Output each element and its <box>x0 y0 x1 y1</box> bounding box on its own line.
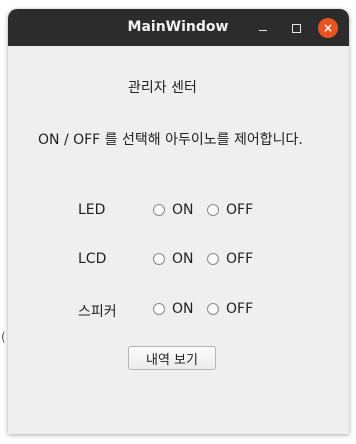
close-button[interactable]: × <box>318 18 338 38</box>
maximize-button[interactable] <box>286 18 306 38</box>
speaker-off-radio[interactable]: OFF <box>207 301 253 317</box>
view-history-button[interactable]: 내역 보기 <box>128 346 216 370</box>
admin-center-heading: 관리자 센터 <box>128 80 197 96</box>
radio-circle-icon[interactable] <box>207 303 219 315</box>
radio-circle-icon[interactable] <box>207 253 219 265</box>
radio-circle-icon[interactable] <box>153 253 165 265</box>
minimize-icon <box>259 30 267 31</box>
main-window: MainWindow × 관리자 센터 ON / OFF 를 선택해 아두이노를… <box>8 9 349 434</box>
radio-circle-icon[interactable] <box>207 204 219 216</box>
radio-circle-icon[interactable] <box>153 303 165 315</box>
radio-circle-icon[interactable] <box>153 204 165 216</box>
lcd-off-radio[interactable]: OFF <box>207 251 253 267</box>
lcd-on-label: ON <box>172 251 194 267</box>
lcd-on-radio[interactable]: ON <box>153 251 194 267</box>
speaker-on-label: ON <box>172 301 194 317</box>
speaker-label: 스피커 <box>78 304 117 320</box>
maximize-icon <box>291 23 301 33</box>
close-icon: × <box>322 21 334 35</box>
minimize-button[interactable] <box>253 18 273 38</box>
desktop: ( MainWindow × 관리자 센터 ON / OFF 를 선택해 아두이… <box>0 0 356 444</box>
speaker-on-radio[interactable]: ON <box>153 301 194 317</box>
instruction-text: ON / OFF 를 선택해 아두이노를 제어합니다. <box>38 132 303 148</box>
title-bar[interactable]: MainWindow × <box>8 9 349 46</box>
led-on-label: ON <box>172 202 194 218</box>
led-off-label: OFF <box>226 202 254 218</box>
lcd-off-label: OFF <box>226 251 254 267</box>
led-off-radio[interactable]: OFF <box>207 202 253 218</box>
led-on-radio[interactable]: ON <box>153 202 194 218</box>
speaker-off-label: OFF <box>226 301 254 317</box>
lcd-label: LCD <box>78 251 107 267</box>
background-text-fragment: ( <box>1 330 6 344</box>
led-label: LED <box>78 202 106 218</box>
